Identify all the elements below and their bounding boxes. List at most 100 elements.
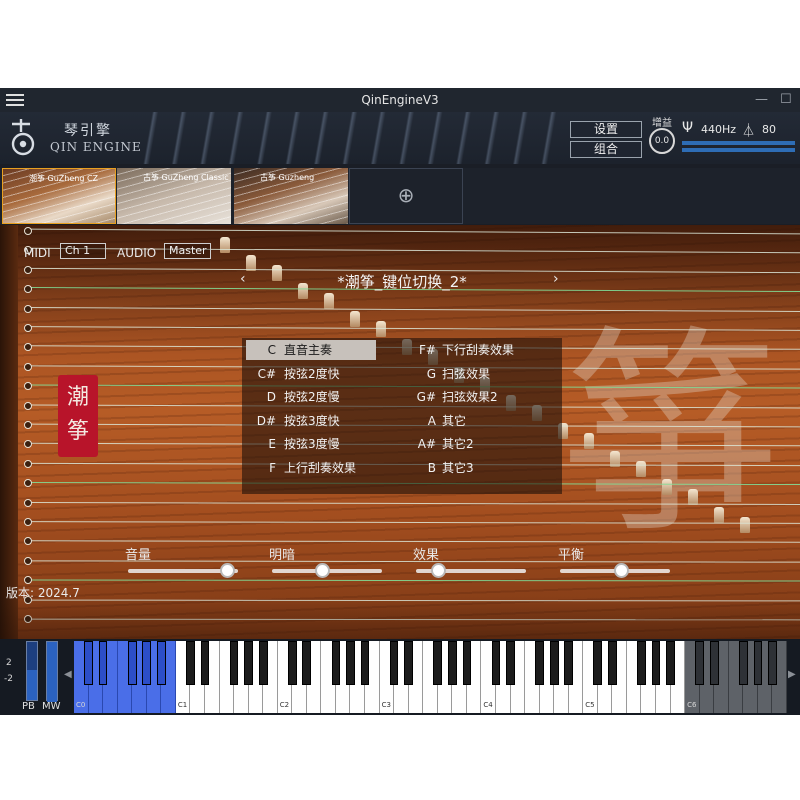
black-key[interactable] [462, 641, 472, 685]
black-key[interactable] [302, 641, 312, 685]
black-key[interactable] [142, 641, 152, 685]
black-key[interactable] [564, 641, 574, 685]
octave-label: C1 [177, 701, 188, 709]
articulation-key: D [266, 390, 276, 404]
tuning-peg [24, 382, 32, 391]
black-key[interactable] [404, 641, 414, 685]
black-key[interactable] [84, 641, 93, 685]
articulation-item[interactable]: C# 按弦2度快 [246, 364, 376, 384]
black-key[interactable] [637, 641, 646, 685]
black-key[interactable] [768, 641, 777, 685]
audio-output-select[interactable]: Master [164, 243, 211, 259]
keyboard-scroll-right-button[interactable]: ▶ [788, 669, 796, 680]
articulation-label: 按弦3度快 [284, 413, 340, 428]
articulation-item[interactable]: F# 下行刮奏效果 [404, 340, 554, 360]
articulation-key: G [426, 366, 436, 381]
articulation-item[interactable]: G 扫弦效果 [404, 364, 554, 384]
parameter-slider-knob[interactable] [314, 563, 330, 578]
preset-thumbnail[interactable]: 潮筝 GuZheng CZ [2, 168, 116, 224]
tuning-peg [24, 265, 32, 274]
black-key[interactable] [186, 641, 195, 685]
pitch-bend-label: PB [22, 701, 35, 712]
articulation-item[interactable]: F 上行刮奏效果 [246, 458, 376, 478]
black-key[interactable] [287, 641, 297, 685]
octave-label: C5 [585, 701, 595, 709]
maximize-button[interactable]: ☐ [780, 92, 792, 107]
black-key[interactable] [753, 641, 763, 685]
minimize-button[interactable]: — [755, 92, 768, 107]
articulation-item[interactable]: B 其它3 [404, 458, 554, 478]
preset-thumbnail[interactable]: 古筝 Guzheng [234, 168, 348, 224]
window-title: QinEngineV3 [361, 93, 439, 107]
black-key[interactable] [244, 641, 253, 685]
settings-button[interactable]: 设置 [570, 121, 642, 138]
articulation-label: 扫弦效果2 [442, 390, 498, 404]
combo-button[interactable]: 组合 [570, 141, 642, 158]
parameter-slider-knob[interactable] [431, 563, 446, 578]
instrument-panel: 箏 MIDI Ch 1 AUDIO Master ‹ *潮筝_键位切换_2* ›… [0, 225, 800, 639]
articulation-item[interactable]: D# 按弦3度快 [246, 411, 376, 431]
black-key[interactable] [447, 641, 457, 685]
black-key[interactable] [200, 641, 210, 685]
black-key[interactable] [666, 641, 675, 685]
preset-thumbnail[interactable]: 古筝 GuZheng Classic [117, 168, 231, 224]
black-key[interactable] [491, 641, 501, 685]
midi-channel-select[interactable]: Ch 1 [60, 243, 106, 259]
black-key[interactable] [608, 641, 617, 685]
black-key[interactable] [549, 641, 559, 685]
black-key[interactable] [258, 641, 268, 685]
string-line [29, 579, 800, 582]
black-key[interactable] [346, 641, 355, 685]
metronome-icon: ⏃ [742, 124, 756, 139]
articulation-label: 直音主奏 [284, 343, 333, 357]
keyboard-area: 2 -2 PB MW ◀ C0 C1 C2 C3 C4 C5 C6 ▶ [0, 639, 800, 715]
black-key[interactable] [535, 641, 544, 685]
parameter-slider-knob[interactable] [220, 563, 235, 578]
articulation-item[interactable]: A# 其它2 [404, 434, 554, 454]
string-line [30, 306, 800, 312]
tempo-value[interactable]: 80 [762, 123, 776, 136]
black-key[interactable] [433, 641, 443, 685]
wheels-panel: 2 -2 PB MW [4, 641, 61, 713]
string-line [29, 521, 800, 524]
pitch-bend-wheel[interactable] [26, 641, 38, 701]
tuning-peg [24, 556, 32, 565]
previous-preset-button[interactable]: ‹ [240, 271, 246, 287]
tuning-value[interactable]: 440Hz [701, 123, 736, 136]
articulation-item[interactable]: E 按弦3度慢 [246, 434, 376, 454]
black-key[interactable] [127, 641, 137, 685]
articulation-key: C [267, 343, 276, 357]
octave-label: C3 [381, 701, 391, 709]
keyboard-scroll-left-button[interactable]: ◀ [64, 669, 72, 680]
add-preset-button[interactable]: ⊕ [349, 168, 463, 224]
black-key[interactable] [651, 641, 661, 685]
parameter-slider-knob[interactable] [613, 563, 629, 578]
mod-wheel[interactable] [46, 641, 58, 702]
gain-knob[interactable]: 0.0 [649, 128, 675, 154]
effect-label: 效果 [413, 548, 440, 563]
preset-name[interactable]: *潮筝_键位切换_2* [260, 271, 544, 292]
articulation-item[interactable]: G# 扫弦效果2 [404, 387, 554, 407]
articulation-item[interactable]: D 按弦2度慢 [246, 387, 376, 407]
articulation-key: A [427, 413, 436, 428]
articulation-label: 其它2 [442, 437, 474, 451]
logo-chinese: 琴引擎 [64, 123, 112, 139]
black-key[interactable] [98, 641, 108, 685]
black-key[interactable] [360, 641, 370, 685]
articulation-item[interactable]: A 其它 [404, 411, 554, 431]
articulation-item[interactable]: C 直音主奏 [246, 340, 376, 360]
next-preset-button[interactable]: › [553, 271, 559, 287]
black-key[interactable] [389, 641, 399, 685]
black-key[interactable] [331, 641, 341, 685]
tuning-peg [24, 324, 32, 332]
black-key[interactable] [695, 641, 705, 685]
seal-char-top: 潮 [66, 385, 89, 410]
seal-char-bottom: 筝 [66, 419, 89, 444]
black-key[interactable] [229, 641, 239, 685]
black-key[interactable] [738, 641, 748, 685]
black-key[interactable] [156, 641, 166, 685]
black-key[interactable] [709, 641, 719, 685]
black-key[interactable] [593, 641, 603, 685]
articulation-key: A# [417, 437, 436, 451]
black-key[interactable] [506, 641, 515, 685]
